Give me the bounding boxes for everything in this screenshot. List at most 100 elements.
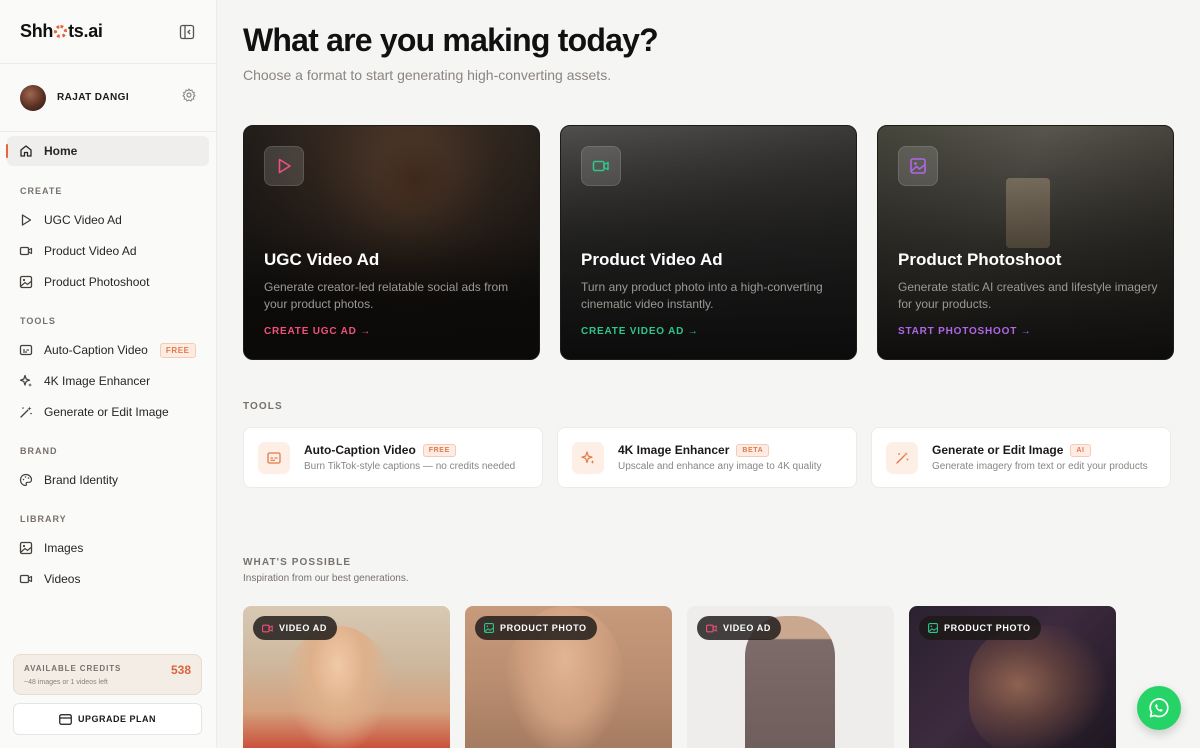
tool-title: Generate or Edit Image AI	[932, 443, 1091, 457]
play-icon	[264, 146, 304, 186]
whatsapp-icon	[1149, 698, 1169, 718]
sidebar-item-label: Home	[44, 144, 78, 158]
sidebar-item-auto-caption-video[interactable]: Auto-Caption Video FREE	[7, 335, 209, 365]
sidebar-header: Shh ts.ai	[0, 0, 216, 64]
video-ad-badge: VIDEO AD	[253, 616, 337, 640]
gallery-tile[interactable]: VIDEO AD	[243, 606, 450, 748]
free-badge: FREE	[422, 443, 456, 457]
app-logo[interactable]: Shh ts.ai	[20, 21, 103, 42]
tool-title: Auto-Caption Video FREE	[304, 443, 456, 457]
whatsapp-chat-button[interactable]	[1137, 686, 1181, 730]
sidebar-item-label: Generate or Edit Image	[44, 405, 169, 419]
card-product-photoshoot[interactable]: Product Photoshoot Generate static AI cr…	[877, 125, 1174, 360]
tools-row: Auto-Caption Video FREE Burn TikTok-style…	[243, 427, 1171, 488]
sidebar-item-label: Brand Identity	[44, 473, 119, 487]
card-title: Product Video Ad	[581, 250, 723, 269]
tool-title-text: Auto-Caption Video	[304, 443, 416, 457]
sidebar-item-4k-image-enhancer[interactable]: 4K Image Enhancer	[7, 366, 209, 396]
image-icon	[484, 623, 494, 633]
upgrade-plan-button[interactable]: UPGRADE PLAN	[13, 703, 202, 735]
section-label-tools: TOOLS	[20, 316, 56, 326]
sparkles-icon	[572, 442, 604, 474]
credit-card-icon	[59, 713, 72, 725]
tool-description: Upscale and enhance any image to 4K qual…	[618, 461, 822, 472]
create-video-ad-link[interactable]: CREATE VIDEO AD →	[581, 326, 699, 337]
tool-auto-caption-video[interactable]: Auto-Caption Video FREE Burn TikTok-style…	[243, 427, 543, 488]
product-photo-badge: PRODUCT PHOTO	[475, 616, 597, 640]
magic-wand-icon	[19, 405, 33, 419]
tool-title-text: Generate or Edit Image	[932, 443, 1064, 457]
settings-gear-icon[interactable]	[182, 88, 196, 107]
image-icon	[19, 275, 33, 289]
sidebar-item-home[interactable]: Home	[6, 136, 209, 166]
video-icon	[262, 624, 273, 633]
tile-badge-label: PRODUCT PHOTO	[944, 623, 1031, 633]
main-content: What are you making today? Choose a form…	[217, 0, 1200, 748]
start-photoshoot-link[interactable]: START PHOTOSHOOT →	[898, 326, 1031, 337]
tile-badge-label: VIDEO AD	[723, 623, 771, 633]
sidebar-item-label: Auto-Caption Video	[44, 343, 148, 357]
video-icon	[706, 624, 717, 633]
tile-badge-label: PRODUCT PHOTO	[500, 623, 587, 633]
image-icon	[898, 146, 938, 186]
page-title: What are you making today?	[243, 22, 659, 58]
play-icon	[19, 213, 33, 227]
sidebar-item-product-video-ad[interactable]: Product Video Ad	[7, 236, 209, 266]
sidebar-item-label: Product Video Ad	[44, 244, 137, 258]
tool-4k-image-enhancer[interactable]: 4K Image Enhancer BETA Upscale and enhanc…	[557, 427, 857, 488]
sidebar-nav: Home CREATE UGC Video Ad Product Video A…	[0, 132, 216, 594]
sidebar-item-videos[interactable]: Videos	[7, 564, 209, 594]
section-label-create: CREATE	[20, 186, 63, 196]
sidebar-item-product-photoshoot[interactable]: Product Photoshoot	[7, 267, 209, 297]
sidebar-item-label: Product Photoshoot	[44, 275, 150, 289]
logo-mark-icon	[54, 25, 68, 38]
video-ad-badge: VIDEO AD	[697, 616, 781, 640]
sidebar-item-ugc-video-ad[interactable]: UGC Video Ad	[7, 205, 209, 235]
card-description: Turn any product photo into a high-conve…	[581, 280, 823, 311]
card-product-video-ad[interactable]: Product Video Ad Turn any product photo …	[560, 125, 857, 360]
credits-subtext: ~48 images or 1 videos left	[24, 679, 108, 686]
sidebar-item-brand-identity[interactable]: Brand Identity	[7, 465, 209, 495]
beta-badge: BETA	[736, 443, 770, 457]
free-badge: FREE	[159, 342, 196, 358]
whats-possible-subtitle: Inspiration from our best generations.	[243, 573, 409, 584]
inspiration-gallery: VIDEO AD PRODUCT PHOTO VIDEO AD PRODUCT …	[243, 606, 1116, 748]
sidebar-collapse-icon	[179, 24, 195, 39]
tool-description: Burn TikTok-style captions — no credits …	[304, 461, 516, 472]
image-icon	[19, 541, 33, 555]
card-description: Generate creator-led relatable social ad…	[264, 280, 509, 311]
gallery-tile[interactable]: PRODUCT PHOTO	[465, 606, 672, 748]
sidebar-item-label: Videos	[44, 572, 81, 586]
section-label-brand: BRAND	[20, 446, 58, 456]
sidebar-item-label: Images	[44, 541, 84, 555]
gallery-tile[interactable]: VIDEO AD	[687, 606, 894, 748]
collapse-sidebar-button[interactable]	[178, 23, 196, 41]
tool-title: 4K Image Enhancer BETA	[618, 443, 770, 457]
sidebar-item-images[interactable]: Images	[7, 533, 209, 563]
format-cards: UGC Video Ad Generate creator-led relata…	[243, 125, 1174, 360]
card-ugc-video-ad[interactable]: UGC Video Ad Generate creator-led relata…	[243, 125, 540, 360]
sidebar-item-label: 4K Image Enhancer	[44, 374, 151, 388]
magic-wand-icon	[886, 442, 918, 474]
sidebar: Shh ts.ai RAJAT DANGI Home CREATE UGC Vid…	[0, 0, 217, 748]
home-icon	[19, 144, 33, 158]
card-title: UGC Video Ad	[264, 250, 380, 269]
palette-icon	[19, 473, 33, 487]
logo-text-end: ts.ai	[68, 21, 103, 41]
gallery-tile[interactable]: PRODUCT PHOTO	[909, 606, 1116, 748]
video-icon	[19, 572, 33, 586]
card-title: Product Photoshoot	[898, 250, 1062, 269]
ai-badge: AI	[1070, 443, 1091, 457]
whats-possible-label: WHAT'S POSSIBLE	[243, 557, 352, 568]
upgrade-plan-label: UPGRADE PLAN	[77, 714, 156, 724]
sidebar-item-generate-or-edit-image[interactable]: Generate or Edit Image	[7, 397, 209, 427]
caption-icon	[258, 442, 290, 474]
card-description: Generate static AI creatives and lifesty…	[898, 280, 1158, 311]
user-profile[interactable]: RAJAT DANGI	[0, 64, 216, 132]
sparkles-icon	[19, 374, 33, 388]
create-ugc-ad-link[interactable]: CREATE UGC AD →	[264, 326, 371, 337]
tile-badge-label: VIDEO AD	[279, 623, 327, 633]
credits-label: AVAILABLE CREDITS	[24, 664, 122, 673]
video-icon	[19, 244, 33, 258]
tool-generate-or-edit-image[interactable]: Generate or Edit Image AI Generate imager…	[871, 427, 1171, 488]
